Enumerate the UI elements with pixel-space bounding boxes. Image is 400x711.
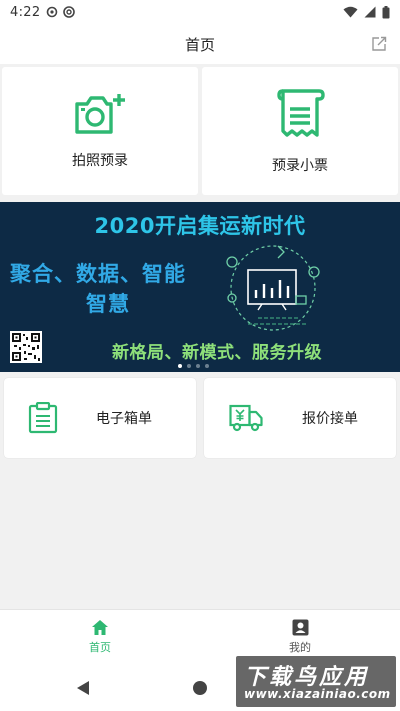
- electronic-box-list-label: 电子箱单: [96, 411, 152, 427]
- pagination-dot[interactable]: [187, 364, 191, 368]
- status-bar: 4:22: [0, 0, 400, 24]
- receipt-prerecord-label: 预录小票: [272, 158, 328, 174]
- banner-line-2: 智慧: [86, 292, 130, 316]
- home-icon: [92, 620, 108, 635]
- quote-order-card[interactable]: 报价接单: [204, 378, 396, 458]
- battery-icon: [382, 5, 390, 18]
- clipboard-icon: [28, 402, 58, 434]
- photo-prerecord-label: 拍照预录: [72, 153, 128, 169]
- nav-item-home[interactable]: 首页: [0, 610, 200, 664]
- page-title: 首页: [184, 35, 215, 54]
- status-time: 4:22: [10, 4, 41, 20]
- banner-title: 2020开启集运新时代: [94, 214, 306, 238]
- delivery-truck-icon: [229, 404, 263, 432]
- receipt-prerecord-card[interactable]: 预录小票: [202, 67, 398, 195]
- qr-code: [10, 331, 42, 363]
- home-circle-icon[interactable]: [192, 680, 208, 696]
- site-watermark: 下载鸟应用 www.xiazainiao.com: [236, 656, 396, 707]
- share-icon[interactable]: [370, 35, 388, 53]
- electronic-box-list-card[interactable]: 电子箱单: [4, 378, 196, 458]
- quote-order-label: 报价接单: [302, 411, 358, 427]
- nav-label-home: 首页: [89, 641, 111, 654]
- promo-banner[interactable]: 2020开启集运新时代 聚合、数据、智能 智慧 新格局、新模式、服务升级: [0, 202, 400, 372]
- wifi-icon: [343, 6, 358, 18]
- camera-plus-icon: [75, 94, 125, 134]
- banner-line-1: 聚合、数据、智能: [10, 262, 186, 286]
- back-triangle-icon[interactable]: [76, 680, 90, 696]
- pagination-dot[interactable]: [196, 364, 200, 368]
- pagination-dot[interactable]: [178, 364, 182, 368]
- banner-pagination: [178, 364, 209, 368]
- receipt-icon: [277, 89, 325, 137]
- watermark-url: www.xiazainiao.com: [244, 687, 391, 701]
- data-analytics-illustration: [226, 245, 320, 331]
- at-sign-icon: [63, 6, 76, 18]
- banner-bottom-text: 新格局、新模式、服务升级: [112, 343, 322, 363]
- app-header: 首页: [0, 24, 400, 64]
- user-icon: [292, 619, 308, 636]
- nav-label-mine: 我的: [289, 641, 311, 654]
- photo-prerecord-card[interactable]: 拍照预录: [2, 67, 198, 195]
- pagination-dot[interactable]: [205, 364, 209, 368]
- settings-icon: [47, 6, 58, 18]
- top-cards: 拍照预录 预录小票: [0, 64, 400, 198]
- signal-icon: [364, 6, 376, 18]
